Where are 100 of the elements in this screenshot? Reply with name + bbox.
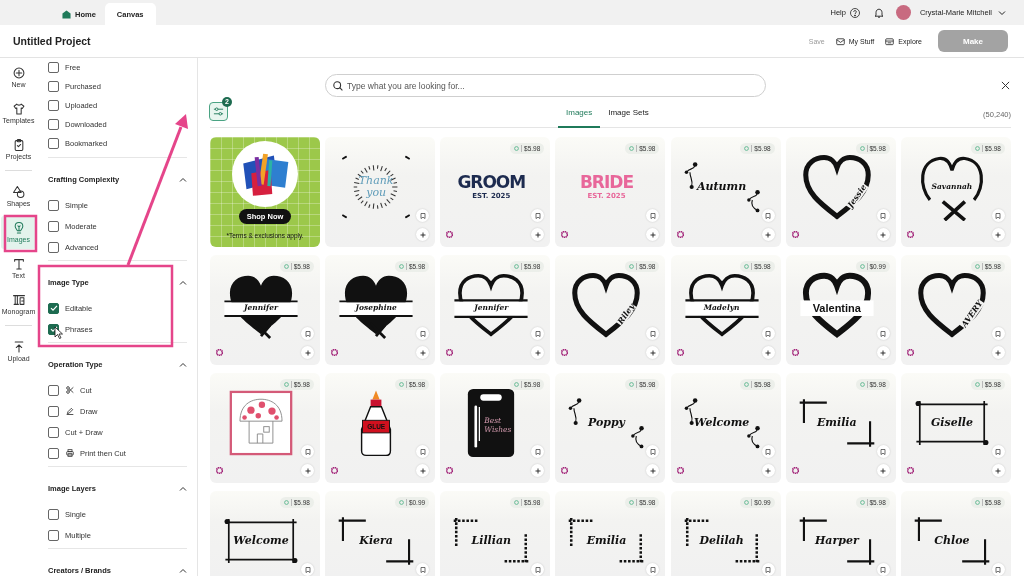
add-button[interactable] (301, 346, 314, 359)
cursor-icon (54, 326, 63, 339)
bookmark-button[interactable] (876, 327, 890, 340)
bookmark-button[interactable] (531, 209, 545, 222)
chevron-up-icon[interactable] (179, 279, 187, 287)
bookmark-button[interactable] (991, 445, 1005, 458)
design-text: Harper (814, 534, 859, 548)
checkbox[interactable] (48, 62, 59, 73)
checkbox[interactable] (48, 384, 59, 396)
checkbox[interactable] (48, 100, 59, 111)
checkbox[interactable] (48, 447, 59, 459)
add-button[interactable] (761, 346, 775, 359)
ring-icon (744, 264, 750, 269)
bookmark-button[interactable] (646, 327, 660, 340)
ring-icon (629, 146, 635, 151)
ring-icon (974, 264, 980, 269)
add-button[interactable] (761, 228, 775, 241)
bookmark-button[interactable] (416, 209, 430, 222)
bookmark-button[interactable] (301, 563, 314, 576)
plus-icon (419, 231, 426, 238)
add-button[interactable] (646, 228, 660, 241)
search-field[interactable]: Type what you are looking for... (325, 74, 766, 97)
bookmark-button[interactable] (416, 445, 430, 458)
add-button[interactable] (301, 464, 314, 477)
tab[interactable]: Images (558, 98, 601, 128)
chevron-up-icon[interactable] (179, 361, 187, 369)
add-button[interactable] (991, 464, 1005, 477)
bookmark-button[interactable] (531, 445, 545, 458)
add-button[interactable] (876, 346, 890, 359)
design-text: Welcome (233, 534, 289, 548)
chevron-up-icon[interactable] (179, 485, 187, 493)
bookmark-icon (995, 212, 1002, 219)
checkbox[interactable] (48, 302, 59, 314)
add-button[interactable] (761, 464, 775, 477)
chevron-up-icon[interactable] (179, 176, 187, 184)
plus-icon (534, 349, 541, 356)
bookmark-button[interactable] (646, 209, 660, 222)
bookmark-button[interactable] (646, 445, 660, 458)
checkbox[interactable] (48, 138, 59, 149)
bookmark-icon (765, 566, 772, 573)
bookmark-button[interactable] (991, 327, 1005, 340)
bookmark-button[interactable] (416, 563, 430, 576)
bookmark-button[interactable] (991, 563, 1005, 576)
add-button[interactable] (531, 346, 545, 359)
bookmark-button[interactable] (876, 445, 890, 458)
close-icon[interactable] (1001, 81, 1010, 90)
chevron-down-icon[interactable] (998, 8, 1006, 17)
bookmark-icon (649, 566, 656, 573)
ring-icon (629, 264, 635, 269)
bookmark-button[interactable] (761, 209, 775, 222)
bookmark-button[interactable] (876, 563, 890, 576)
bookmark-button[interactable] (646, 563, 660, 576)
checkbox[interactable] (48, 529, 59, 541)
highlight-box (3, 214, 38, 253)
bookmark-button[interactable] (301, 445, 314, 458)
plus-icon (649, 349, 656, 356)
checkbox[interactable] (48, 426, 59, 438)
chevron-up-icon[interactable] (179, 567, 187, 575)
bookmark-button[interactable] (531, 563, 545, 576)
add-button[interactable] (991, 228, 1005, 241)
bookmark-button[interactable] (876, 209, 890, 222)
checkbox[interactable] (48, 220, 59, 232)
add-button[interactable] (416, 464, 430, 477)
bookmark-button[interactable] (531, 327, 545, 340)
add-button[interactable] (416, 346, 430, 359)
plus-icon (304, 349, 311, 356)
pen-icon (66, 407, 74, 415)
add-button[interactable] (876, 228, 890, 241)
checkbox[interactable] (48, 199, 59, 211)
add-button[interactable] (991, 346, 1005, 359)
tab[interactable]: Image Sets (600, 98, 657, 128)
filter-button[interactable] (209, 102, 228, 121)
checkbox[interactable] (48, 81, 59, 92)
bookmark-button[interactable] (761, 327, 775, 340)
add-button[interactable] (646, 346, 660, 359)
plus-icon (649, 467, 656, 474)
bell-icon[interactable] (873, 7, 884, 18)
checkbox[interactable] (48, 508, 59, 520)
add-button[interactable] (531, 228, 545, 241)
bookmark-icon (765, 448, 772, 455)
ring-icon (974, 500, 980, 505)
bookmark-icon (995, 330, 1002, 337)
bookmark-icon (304, 330, 311, 337)
bookmark-button[interactable] (416, 327, 430, 340)
add-button[interactable] (531, 464, 545, 477)
bookmark-button[interactable] (991, 209, 1005, 222)
checkbox[interactable] (48, 241, 59, 253)
avatar[interactable] (895, 5, 911, 20)
add-button[interactable] (646, 464, 660, 477)
add-button[interactable] (876, 464, 890, 477)
bookmark-icon (534, 448, 541, 455)
gift-tag-drawing (467, 389, 515, 457)
bookmark-button[interactable] (301, 327, 314, 340)
add-button[interactable] (416, 228, 430, 241)
bookmark-button[interactable] (761, 445, 775, 458)
checkbox[interactable] (48, 405, 59, 417)
help-icon[interactable] (849, 7, 860, 18)
bookmark-button[interactable] (761, 563, 775, 576)
bookmark-icon (649, 330, 656, 337)
checkbox[interactable] (48, 119, 59, 130)
